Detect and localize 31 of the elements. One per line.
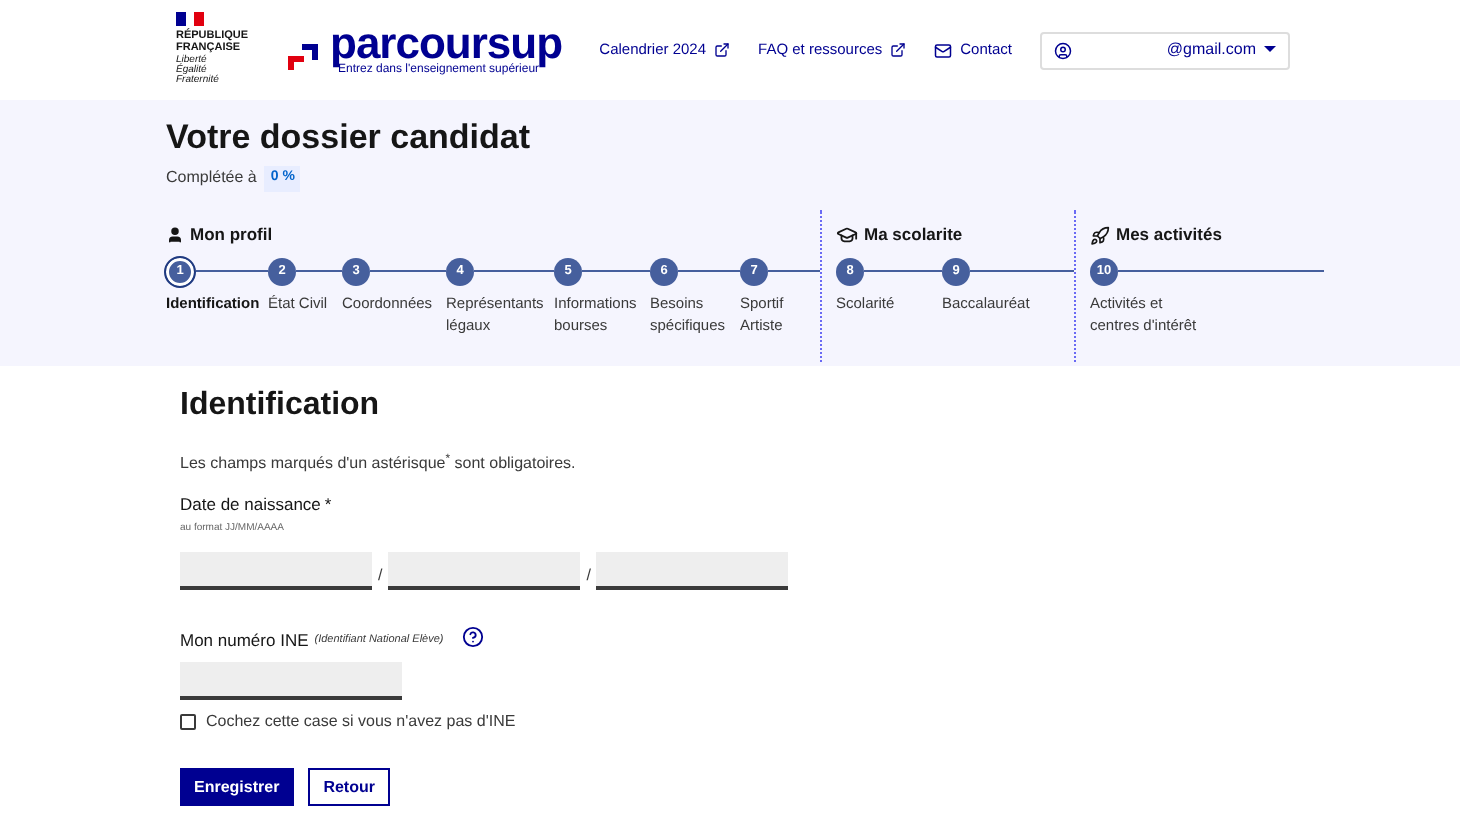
completion-label: Complétée à <box>166 166 257 191</box>
section-title: Ma scolarite <box>864 222 963 248</box>
page-title: Votre dossier candidat <box>166 118 533 158</box>
checkbox-label: Cochez cette case si vous n'avez pas d'INE <box>206 710 516 735</box>
required-mark: * <box>324 492 332 518</box>
brand-name: parcoursup <box>330 23 563 63</box>
help-icon[interactable] <box>461 626 484 649</box>
graduation-cap-icon <box>836 224 858 246</box>
ine-label: Mon numéro INE <box>180 627 309 654</box>
birth-date-label: Date de naissance <box>180 492 321 518</box>
external-link-icon <box>890 42 907 58</box>
back-button[interactable]: Retour <box>307 768 391 807</box>
rocket-icon <box>1090 225 1110 245</box>
caret-icon <box>1264 46 1276 54</box>
date-field[interactable] <box>180 552 372 591</box>
user-circle-icon <box>1054 41 1072 59</box>
save-button[interactable]: Enregistrer <box>180 768 294 807</box>
user-icon <box>166 226 184 244</box>
date-separator: / <box>586 564 591 589</box>
form-title: Identification <box>180 386 382 426</box>
external-link-icon <box>714 42 731 58</box>
checkbox[interactable] <box>180 714 196 731</box>
mail-icon <box>934 41 953 59</box>
date-field[interactable] <box>388 552 581 591</box>
date-field[interactable] <box>596 552 789 591</box>
section-title: Mes activités <box>1116 222 1222 248</box>
date-separator: / <box>378 564 383 589</box>
required-note: Les champs marqués d'un astérisque$^{*}$ sont obligatoires. <box>180 452 578 476</box>
account-dropdown[interactable]: @gmail.com <box>1040 31 1290 69</box>
section-title: Mon profil <box>190 222 273 248</box>
ine-field[interactable] <box>180 662 402 701</box>
